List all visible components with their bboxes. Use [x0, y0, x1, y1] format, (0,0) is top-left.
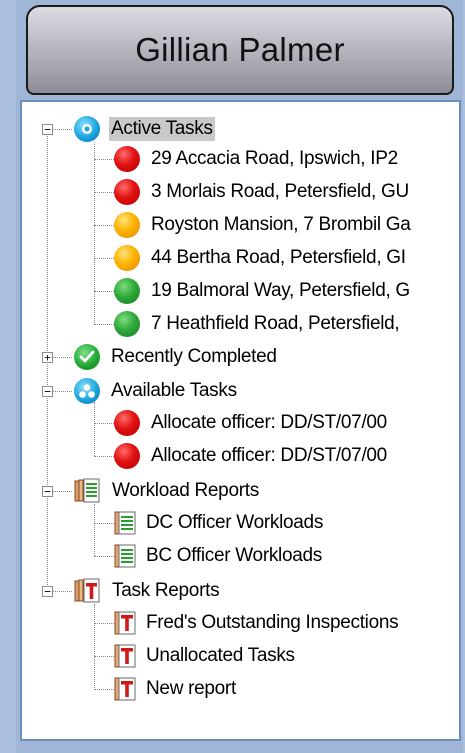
task-reports-collapse-toggle[interactable]: −	[42, 586, 53, 597]
tree-root-connector	[47, 134, 48, 597]
report-folder-icon	[74, 478, 102, 504]
workload-report-icon	[114, 544, 136, 568]
task-item-label: 19 Balmoral Way, Petersfield, G	[151, 280, 410, 301]
report-item[interactable]: Fred's Outstanding Inspections	[114, 607, 400, 639]
tree-node-task-reports[interactable]: Task Reports	[74, 575, 221, 607]
report-item[interactable]: Unallocated Tasks	[114, 640, 297, 672]
report-item-label: Unallocated Tasks	[146, 645, 295, 666]
status-amber-icon	[114, 212, 140, 238]
tree-node-workload-reports[interactable]: Workload Reports	[74, 475, 261, 507]
tree-node-available-tasks[interactable]: Available Tasks	[74, 375, 239, 407]
report-item-label: BC Officer Workloads	[146, 545, 322, 566]
task-tree-panel: − + − − − Active Tasks 29 Accacia Road, …	[20, 100, 461, 741]
task-item-label: 3 Morlais Road, Petersfield, GU	[151, 181, 409, 202]
task-item[interactable]: Allocate officer: DD/ST/07/00	[114, 440, 389, 472]
taskreports-children-connector	[94, 604, 95, 690]
active-tasks-icon	[74, 116, 100, 142]
task-item-label: Royston Mansion, 7 Brombil Ga	[151, 214, 411, 235]
active-tasks-label: Active Tasks	[109, 117, 215, 141]
report-item-label: Fred's Outstanding Inspections	[146, 612, 399, 633]
status-red-icon	[114, 443, 140, 469]
user-name-title: Gillian Palmer	[135, 31, 345, 68]
workload-reports-collapse-toggle[interactable]: −	[42, 486, 53, 497]
task-item[interactable]: 29 Accacia Road, Ipswich, IP2	[114, 143, 400, 175]
status-red-icon	[114, 179, 140, 205]
report-item[interactable]: DC Officer Workloads	[114, 507, 325, 539]
task-item[interactable]: 19 Balmoral Way, Petersfield, G	[114, 275, 412, 307]
available-children-connector	[94, 402, 95, 456]
report-item-label: New report	[146, 678, 236, 699]
report-item-label: DC Officer Workloads	[146, 512, 324, 533]
task-item[interactable]: Allocate officer: DD/ST/07/00	[114, 407, 389, 439]
task-report-icon	[114, 644, 136, 668]
user-header: Gillian Palmer	[26, 5, 454, 95]
task-item-label: 29 Accacia Road, Ipswich, IP2	[151, 148, 398, 169]
task-item[interactable]: 44 Bertha Road, Petersfield, GI	[114, 242, 408, 274]
available-tasks-collapse-toggle[interactable]: −	[42, 386, 53, 397]
recently-completed-label: Recently Completed	[111, 346, 277, 367]
status-green-icon	[114, 311, 140, 337]
status-amber-icon	[114, 245, 140, 271]
task-item-label: Allocate officer: DD/ST/07/00	[151, 445, 387, 466]
task-item-label: 7 Heathfield Road, Petersfield,	[151, 313, 400, 334]
task-item-label: 44 Bertha Road, Petersfield, GI	[151, 247, 406, 268]
task-item[interactable]: 3 Morlais Road, Petersfield, GU	[114, 176, 411, 208]
status-red-icon	[114, 410, 140, 436]
active-children-connector	[94, 142, 95, 325]
task-item-label: Allocate officer: DD/ST/07/00	[151, 412, 387, 433]
recently-completed-expand-toggle[interactable]: +	[42, 352, 53, 363]
workload-children-connector	[94, 504, 95, 556]
workload-reports-label: Workload Reports	[112, 480, 259, 501]
status-red-icon	[114, 146, 140, 172]
task-item[interactable]: Royston Mansion, 7 Brombil Ga	[114, 209, 413, 241]
workload-report-icon	[114, 511, 136, 535]
checkmark-icon	[74, 344, 100, 370]
task-report-icon	[114, 677, 136, 701]
tree-node-recently-completed[interactable]: Recently Completed	[74, 341, 279, 373]
task-report-folder-icon	[74, 578, 102, 604]
status-green-icon	[114, 278, 140, 304]
tree-node-active-tasks[interactable]: Active Tasks	[74, 113, 215, 145]
task-report-icon	[114, 611, 136, 635]
report-item[interactable]: New report	[114, 673, 238, 705]
task-item[interactable]: 7 Heathfield Road, Petersfield,	[114, 308, 401, 340]
active-tasks-collapse-toggle[interactable]: −	[42, 124, 53, 135]
task-tree: − + − − − Active Tasks 29 Accacia Road, …	[22, 102, 459, 739]
task-reports-label: Task Reports	[112, 580, 220, 601]
available-tasks-label: Available Tasks	[111, 380, 237, 401]
report-item[interactable]: BC Officer Workloads	[114, 540, 324, 572]
available-tasks-icon	[74, 378, 100, 404]
